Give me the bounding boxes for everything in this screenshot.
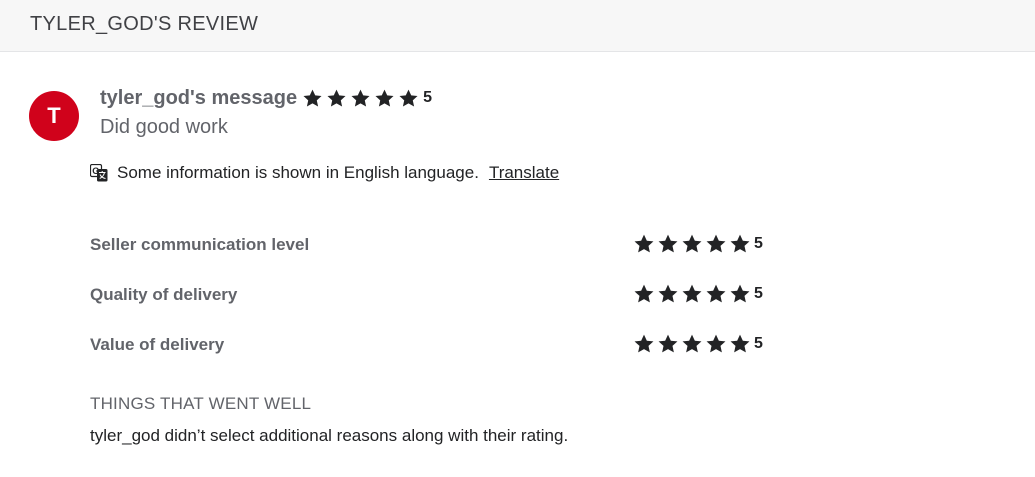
star-icon (681, 283, 703, 305)
star-icon (729, 333, 751, 355)
star-icon (657, 333, 679, 355)
message-header: tyler_god's message 5 (100, 85, 432, 111)
star-icon (705, 233, 727, 255)
rating-row-value-of-delivery: Value of delivery 5 (90, 333, 770, 357)
rating-value: 5 (754, 335, 763, 352)
star-icon (681, 333, 703, 355)
rating-stars: 5 (633, 333, 763, 355)
star-icon (350, 88, 371, 109)
star-icon (705, 333, 727, 355)
star-icon (729, 283, 751, 305)
star-icon (705, 283, 727, 305)
star-icon (398, 88, 419, 109)
star-icon (633, 233, 655, 255)
review-header: TYLER_GOD'S REVIEW (0, 0, 1035, 52)
translate-link[interactable]: Translate (489, 163, 559, 183)
message-text: Did good work (100, 116, 228, 138)
rating-stars: 5 (633, 283, 763, 305)
went-well-title: THINGS THAT WENT WELL (90, 394, 312, 413)
translation-notice-text: Some information is shown in English lan… (117, 163, 479, 182)
rating-value: 5 (754, 235, 763, 252)
translate-icon: G (90, 164, 117, 182)
went-well-text: tyler_god didn’t select additional reaso… (90, 426, 569, 445)
star-icon (326, 88, 347, 109)
message-stars: 5 (302, 88, 432, 109)
message-author: tyler_god's message (100, 86, 298, 109)
rating-row-quality-of-delivery: Quality of delivery 5 (90, 283, 770, 307)
review-title: TYLER_GOD'S REVIEW (30, 13, 259, 35)
rating-label: Value of delivery (90, 335, 225, 354)
translation-notice: G Some information is shown in English l… (90, 162, 559, 184)
star-icon (633, 283, 655, 305)
star-icon (657, 233, 679, 255)
rating-label: Quality of delivery (90, 285, 238, 304)
star-icon (633, 333, 655, 355)
star-icon (729, 233, 751, 255)
rating-label: Seller communication level (90, 235, 310, 254)
star-icon (302, 88, 323, 109)
rating-value: 5 (754, 285, 763, 302)
avatar: T (29, 91, 79, 141)
star-icon (374, 88, 395, 109)
star-icon (657, 283, 679, 305)
rating-stars: 5 (633, 233, 763, 255)
rating-row-seller-communication: Seller communication level 5 (90, 233, 770, 257)
star-icon (681, 233, 703, 255)
message-rating-value: 5 (423, 89, 432, 106)
